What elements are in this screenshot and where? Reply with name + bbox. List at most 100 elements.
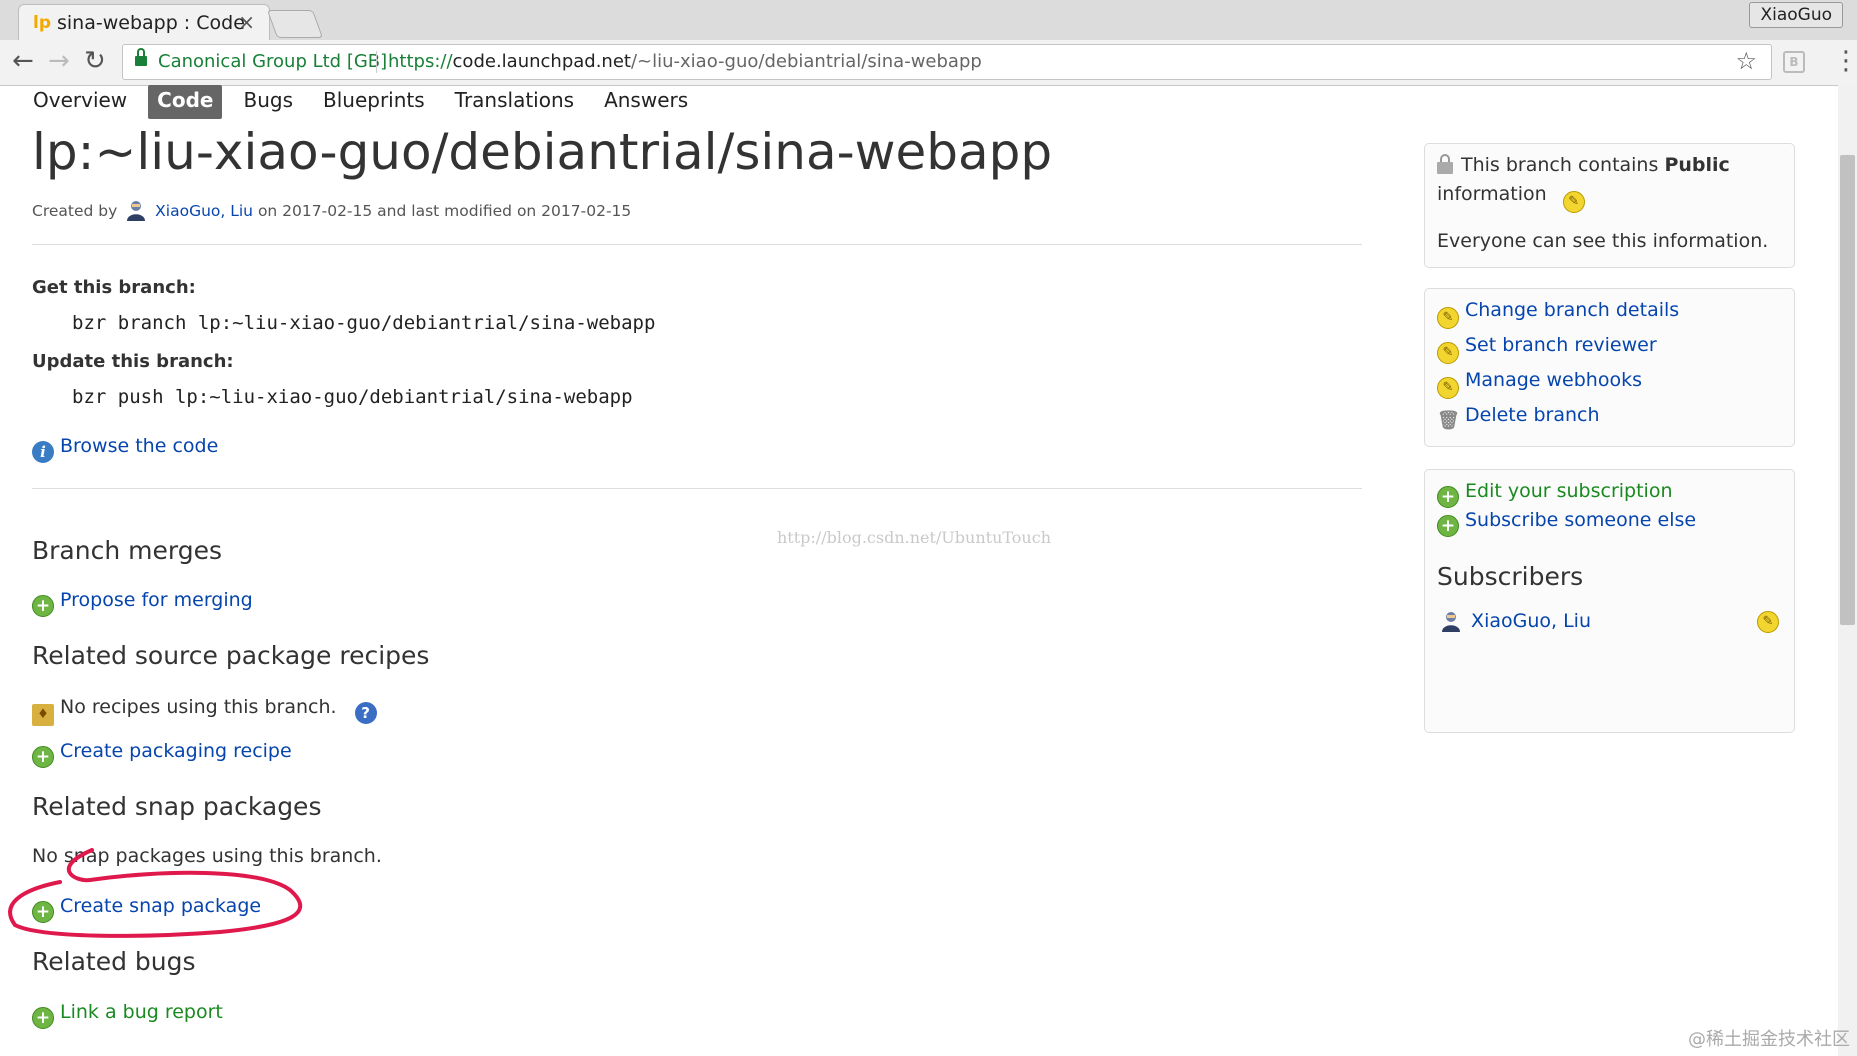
page-scrollbar[interactable] [1838, 85, 1857, 1056]
page-title: lp:~liu-xiao-guo/debiantrial/sina-webapp [32, 123, 1053, 181]
no-snaps-text: No snap packages using this branch. [32, 845, 382, 867]
get-branch-label: Get this branch: [32, 277, 196, 298]
info-icon: i [32, 441, 54, 463]
url-scheme: https:// [388, 51, 453, 72]
action-manage-webhooks[interactable]: ✎ Manage webhooks [1437, 369, 1642, 399]
help-icon[interactable]: ? [354, 702, 377, 724]
browse-code-link[interactable]: i Browse the code [32, 435, 218, 463]
person-icon [127, 201, 146, 221]
back-arrow-icon[interactable]: ← [12, 46, 34, 76]
tab-translations[interactable]: Translations [446, 85, 583, 119]
edit-subscription-link[interactable]: + Edit your subscription [1437, 480, 1673, 508]
link-bug-link[interactable]: + Link a bug report [32, 1001, 223, 1029]
action-set-reviewer-label: Set branch reviewer [1465, 334, 1657, 356]
tab-answers[interactable]: Answers [595, 85, 697, 119]
lock-icon [135, 48, 147, 66]
create-snap-link[interactable]: + Create snap package [32, 895, 261, 923]
reload-icon[interactable]: ↻ [84, 46, 106, 76]
close-tab-icon[interactable]: × [238, 10, 255, 34]
created-suffix: on 2017-02-15 and last modified on 2017-… [257, 202, 632, 220]
edit-pencil-icon: ✎ [1437, 307, 1459, 329]
created-prefix: Created by [32, 202, 118, 220]
security-label: Canonical Group Ltd [GB] [158, 51, 388, 72]
create-recipe-label: Create packaging recipe [60, 740, 292, 762]
action-set-reviewer[interactable]: ✎ Set branch reviewer [1437, 334, 1657, 364]
add-icon: + [32, 746, 54, 768]
propose-merging-link[interactable]: + Propose for merging [32, 589, 253, 617]
action-delete-branch[interactable]: 🗑 Delete branch [1437, 404, 1600, 432]
footer-watermark: @稀土掘金技术社区 [1688, 1029, 1850, 1050]
subscriber-name: XiaoGuo, Liu [1471, 610, 1591, 632]
tab-strip: lp sina-webapp : Code × XiaoGuo [0, 0, 1857, 41]
subscribers-portlet: + Edit your subscription + Subscribe someo… [1424, 469, 1795, 733]
recipe-icon: ♦ [32, 704, 54, 726]
page-content: Overview Code Bugs Blueprints Translatio… [0, 85, 1850, 1056]
new-tab-button[interactable] [266, 10, 324, 38]
privacy-description: Everyone can see this information. [1437, 230, 1769, 252]
link-bug-label: Link a bug report [60, 1001, 223, 1023]
add-icon: + [1437, 515, 1459, 537]
add-icon: + [32, 595, 54, 617]
edit-pencil-icon[interactable]: ✎ [1562, 191, 1585, 213]
update-branch-command: bzr push lp:~liu-xiao-guo/debiantrial/si… [72, 386, 633, 408]
person-icon [1442, 612, 1460, 632]
address-divider [376, 51, 377, 73]
browser-menu-icon[interactable]: ⋮ [1833, 46, 1857, 76]
url-host: code.launchpad.net [452, 51, 631, 72]
action-change-details[interactable]: ✎ Change branch details [1437, 299, 1679, 329]
bookmark-star-icon[interactable]: ☆ [1735, 47, 1757, 75]
tab-bugs[interactable]: Bugs [234, 85, 302, 119]
bugs-heading: Related bugs [32, 947, 196, 976]
add-icon: + [32, 1007, 54, 1029]
address-bar[interactable]: Canonical Group Ltd [GB] https://code.la… [122, 44, 1772, 80]
no-recipes-label: No recipes using this branch. [60, 696, 337, 718]
subscribe-someone-link[interactable]: + Subscribe someone else [1437, 509, 1696, 537]
action-change-details-label: Change branch details [1465, 299, 1680, 321]
privacy-prefix: This branch contains [1461, 154, 1659, 176]
browser-toolbar: ← → ↻ Canonical Group Ltd [GB] https://c… [0, 40, 1857, 86]
registrant-line: Created by XiaoGuo, Liu on 2017-02-15 an… [32, 199, 631, 221]
branch-merges-heading: Branch merges [32, 536, 222, 565]
snaps-heading: Related snap packages [32, 792, 322, 821]
divider [32, 488, 1362, 489]
create-snap-label: Create snap package [60, 895, 262, 917]
action-manage-webhooks-label: Manage webhooks [1465, 369, 1642, 391]
edit-pencil-icon: ✎ [1437, 377, 1459, 399]
get-branch-command: bzr branch lp:~liu-xiao-guo/debiantrial/… [72, 312, 656, 334]
profile-button[interactable]: XiaoGuo [1749, 2, 1843, 28]
action-delete-branch-label: Delete branch [1465, 404, 1600, 426]
edit-subscriber-icon[interactable]: ✎ [1757, 611, 1779, 633]
blog-watermark: http://blog.csdn.net/UbuntuTouch [777, 528, 1051, 547]
propose-merging-label: Propose for merging [60, 589, 253, 611]
browser-tab[interactable]: lp sina-webapp : Code × [18, 4, 270, 41]
tab-code[interactable]: Code [148, 85, 223, 119]
padlock-icon [1437, 154, 1453, 174]
edit-pencil-icon: ✎ [1437, 342, 1459, 364]
subscribers-heading: Subscribers [1437, 562, 1584, 591]
privacy-suffix: information [1437, 183, 1547, 205]
divider [32, 244, 1362, 245]
subscribe-someone-label: Subscribe someone else [1465, 509, 1697, 531]
extension-icon[interactable]: B [1783, 51, 1805, 73]
subscriber-link[interactable]: XiaoGuo, Liu [1437, 610, 1591, 632]
create-recipe-link[interactable]: + Create packaging recipe [32, 740, 292, 768]
url-path: /~liu-xiao-guo/debiantrial/sina-webapp [630, 51, 982, 72]
browse-code-label: Browse the code [60, 435, 219, 457]
url-text[interactable]: https://code.launchpad.net/~liu-xiao-guo… [388, 51, 982, 72]
browser-chrome: lp sina-webapp : Code × XiaoGuo ← → ↻ Ca… [0, 0, 1857, 86]
owner-link[interactable]: XiaoGuo, Liu [155, 202, 253, 220]
privacy-text: This branch contains Public [1437, 154, 1730, 176]
add-icon: + [1437, 486, 1459, 508]
no-recipes-text: ♦ No recipes using this branch. ? [32, 696, 383, 726]
forward-arrow-icon[interactable]: → [48, 46, 70, 76]
actions-portlet: ✎ Change branch details ✎ Set branch revie… [1424, 288, 1795, 447]
trash-icon: 🗑 [1437, 410, 1460, 431]
tab-title: sina-webapp : Code [57, 12, 245, 34]
update-branch-label: Update this branch: [32, 351, 234, 372]
add-icon: + [32, 901, 54, 923]
tab-blueprints[interactable]: Blueprints [314, 85, 434, 119]
privacy-portlet: This branch contains Public information … [1424, 143, 1795, 268]
privacy-level: Public [1664, 154, 1730, 176]
tab-overview[interactable]: Overview [24, 85, 136, 119]
scrollbar-thumb[interactable] [1840, 155, 1855, 625]
